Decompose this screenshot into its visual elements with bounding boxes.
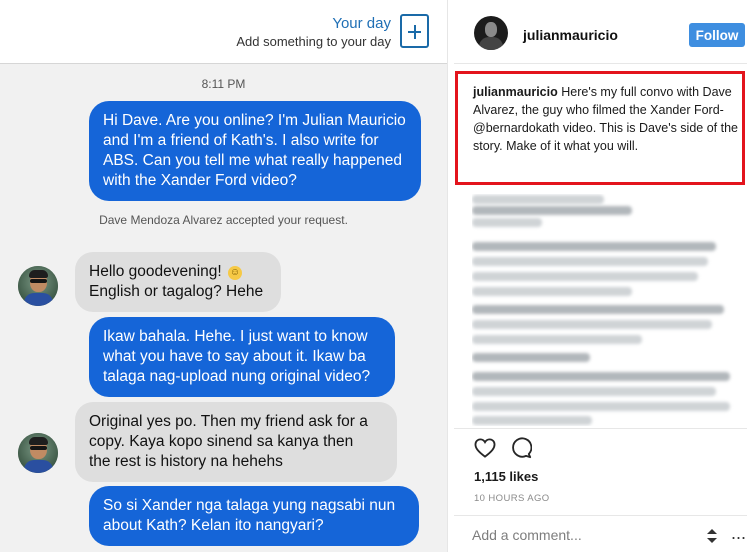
incoming-message: Hello goodevening! ☺ English or tagalog?… — [75, 252, 281, 312]
message-line: Hello goodevening! ☺ — [89, 262, 267, 282]
post-caption: julianmauricio Here's my full convo with… — [473, 83, 738, 155]
contact-avatar[interactable] — [18, 266, 58, 306]
message-line: Ikaw bahala. Hehe. I just want to know — [103, 328, 368, 345]
smile-emoji-icon: ☺ — [228, 266, 243, 280]
add-comment-input[interactable] — [472, 527, 672, 543]
plus-icon[interactable] — [400, 14, 429, 48]
message-line: the rest is history na hehehs — [89, 453, 283, 470]
message-line: what you have to say about it. Ikaw ba — [103, 348, 366, 365]
caption-username[interactable]: julianmauricio — [473, 85, 558, 99]
message-line: English or tagalog? Hehe — [89, 283, 264, 300]
your-day-bar[interactable]: Your day Add something to your day — [0, 0, 447, 64]
more-options-icon[interactable]: ... — [731, 524, 746, 542]
message-line: with the Xander Ford video? — [103, 172, 297, 189]
your-day-subtitle: Add something to your day — [236, 34, 391, 49]
post-time-ago: 10 HOURS AGO — [474, 493, 550, 504]
instagram-post-panel: julianmauricio Follow julianmauricio Her… — [447, 0, 750, 552]
likes-count[interactable]: 1,115 likes — [474, 469, 538, 484]
actions-divider — [454, 428, 747, 429]
message-line: Hi Dave. Are you online? I'm Julian Maur… — [103, 112, 406, 129]
your-day-title: Your day — [332, 15, 391, 32]
message-line: So si Xander nga talaga yung nagsabi nun — [103, 497, 396, 514]
comment-divider — [454, 515, 747, 516]
message-line: about Kath? Kelan ito nangyari? — [103, 517, 324, 534]
message-line: copy. Kaya kopo sinend sa kanya then — [89, 433, 354, 450]
message-timestamp: 8:11 PM — [201, 77, 246, 91]
outgoing-message: So si Xander nga talaga yung nagsabi nun… — [89, 486, 419, 546]
message-line: talaga nag-upload nung original video? — [103, 368, 371, 385]
message-line: Original yes po. Then my friend ask for … — [89, 413, 368, 430]
outgoing-message: Ikaw bahala. Hehe. I just want to know w… — [89, 317, 395, 397]
contact-avatar[interactable] — [18, 433, 58, 473]
message-line: ABS. Can you tell me what really happene… — [103, 152, 402, 169]
comment-icon[interactable] — [510, 437, 532, 459]
system-message: Dave Mendoza Alvarez accepted your reque… — [99, 213, 348, 227]
incoming-message: Original yes po. Then my friend ask for … — [75, 402, 397, 482]
messenger-panel: Your day Add something to your day 8:11 … — [0, 0, 447, 552]
header-divider — [454, 63, 747, 64]
profile-avatar[interactable] — [474, 16, 508, 50]
heart-icon[interactable] — [474, 438, 496, 458]
blurred-comments — [472, 194, 742, 426]
follow-button[interactable]: Follow — [689, 23, 745, 47]
outgoing-message: Hi Dave. Are you online? I'm Julian Maur… — [89, 101, 421, 201]
message-text: Hello goodevening! — [89, 263, 222, 280]
updown-arrows-icon[interactable] — [705, 528, 719, 544]
message-line: and I'm a friend of Kath's. I also write… — [103, 132, 379, 149]
profile-username[interactable]: julianmauricio — [523, 27, 618, 43]
